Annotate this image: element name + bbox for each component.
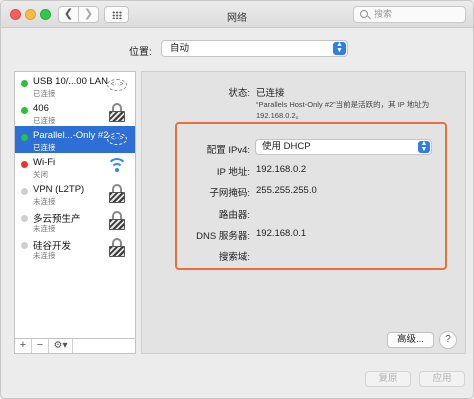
router-label: 路由器: — [218, 210, 250, 221]
search-domains-label: 搜索域: — [218, 252, 250, 263]
ipv4-config-select[interactable]: 使用 DHCP ▲ ▼ — [255, 139, 432, 155]
status-note: “Parallels Host-Only #2”当前是活跃的，其 IP 地址为 … — [256, 100, 430, 120]
wifi-icon — [107, 156, 127, 176]
service-status: 已连接 — [33, 143, 56, 152]
service-name: Parallel...-Only #2 — [33, 130, 109, 141]
remove-service-button[interactable]: − — [32, 339, 49, 353]
status-dot — [21, 242, 28, 249]
revert-button[interactable]: 复原 — [365, 371, 411, 387]
subnet-mask-label: 子网掩码: — [209, 188, 250, 199]
status-dot — [21, 80, 28, 87]
updown-chevron-icon: ▲ ▼ — [333, 41, 346, 55]
status-dot — [21, 134, 28, 141]
ipv4-config-value: 使用 DHCP — [262, 141, 311, 152]
service-item-wifi[interactable]: Wi-Fi 关闭 — [15, 153, 135, 180]
add-service-button[interactable]: + — [15, 339, 32, 353]
dns-server-value: 192.168.0.1 — [256, 228, 307, 239]
service-item-multicloud-preprod[interactable]: 多云预生产 未连接 — [15, 207, 135, 234]
subnet-mask-value: 255.255.255.0 — [256, 185, 317, 196]
dns-server-label: DNS 服务器: — [196, 231, 250, 242]
service-item-406[interactable]: 406 已连接 — [15, 99, 135, 126]
gear-menu-button[interactable]: ⚙▾ — [49, 339, 73, 353]
service-status: 未连接 — [33, 197, 56, 206]
updown-chevron-icon: ▲ ▼ — [418, 140, 430, 153]
search-icon — [360, 10, 368, 18]
service-name: VPN (L2TP) — [33, 184, 85, 195]
status-dot — [21, 188, 28, 195]
vpn-lock-icon — [107, 102, 127, 122]
ethernet-arrows-icon: <··> — [107, 133, 127, 145]
service-name: Wi-Fi — [33, 157, 56, 168]
ipv4-label: 配置 IPv4: — [206, 145, 250, 156]
help-button[interactable]: ? — [439, 331, 457, 349]
service-list: USB 10/...00 LAN 已连接 <··> 406 已连接 Parall… — [14, 71, 136, 338]
service-status: 关闭 — [33, 170, 48, 179]
advanced-button[interactable]: 高级... — [387, 332, 434, 348]
status-dot — [21, 107, 28, 114]
title-bar: ❮ ❯ 网络 搜索 — [1, 1, 473, 28]
service-list-toolbar: + − ⚙▾ — [14, 338, 136, 354]
service-item-parallels-host-only[interactable]: Parallel...-Only #2 已连接 <··> — [15, 126, 135, 153]
network-preferences-window: ❮ ❯ 网络 搜索 位置: 自动 ▲ ▼ USB 10/...00 LAN 已连接… — [0, 0, 474, 399]
service-item-vpn-l2tp[interactable]: VPN (L2TP) 未连接 — [15, 180, 135, 207]
service-status: 未连接 — [33, 224, 56, 233]
service-name: USB 10/...00 LAN — [33, 76, 108, 87]
status-dot — [21, 215, 28, 222]
service-name: 406 — [33, 103, 49, 114]
ip-address-value: 192.168.0.2 — [256, 164, 307, 175]
status-dot — [21, 161, 28, 168]
ip-address-label: IP 地址: — [216, 167, 250, 178]
search-placeholder: 搜索 — [374, 9, 393, 19]
service-item-usb-lan[interactable]: USB 10/...00 LAN 已连接 <··> — [15, 72, 135, 99]
location-value: 自动 — [170, 43, 190, 54]
service-status: 已连接 — [33, 89, 56, 98]
ethernet-arrows-icon: <··> — [107, 79, 127, 91]
service-status: 未连接 — [33, 251, 56, 260]
vpn-lock-icon — [107, 183, 127, 203]
status-value: 已连接 — [256, 88, 285, 99]
service-status: 已连接 — [33, 116, 56, 125]
location-select[interactable]: 自动 ▲ ▼ — [161, 40, 348, 57]
location-label: 位置: — [129, 47, 152, 58]
service-item-silicon-valley-dev[interactable]: 硅谷开发 未连接 — [15, 234, 135, 261]
vpn-lock-icon — [107, 210, 127, 230]
status-label: 状态: — [228, 88, 250, 99]
search-field[interactable]: 搜索 — [353, 6, 466, 23]
apply-button[interactable]: 应用 — [419, 371, 465, 387]
vpn-lock-icon — [107, 237, 127, 257]
